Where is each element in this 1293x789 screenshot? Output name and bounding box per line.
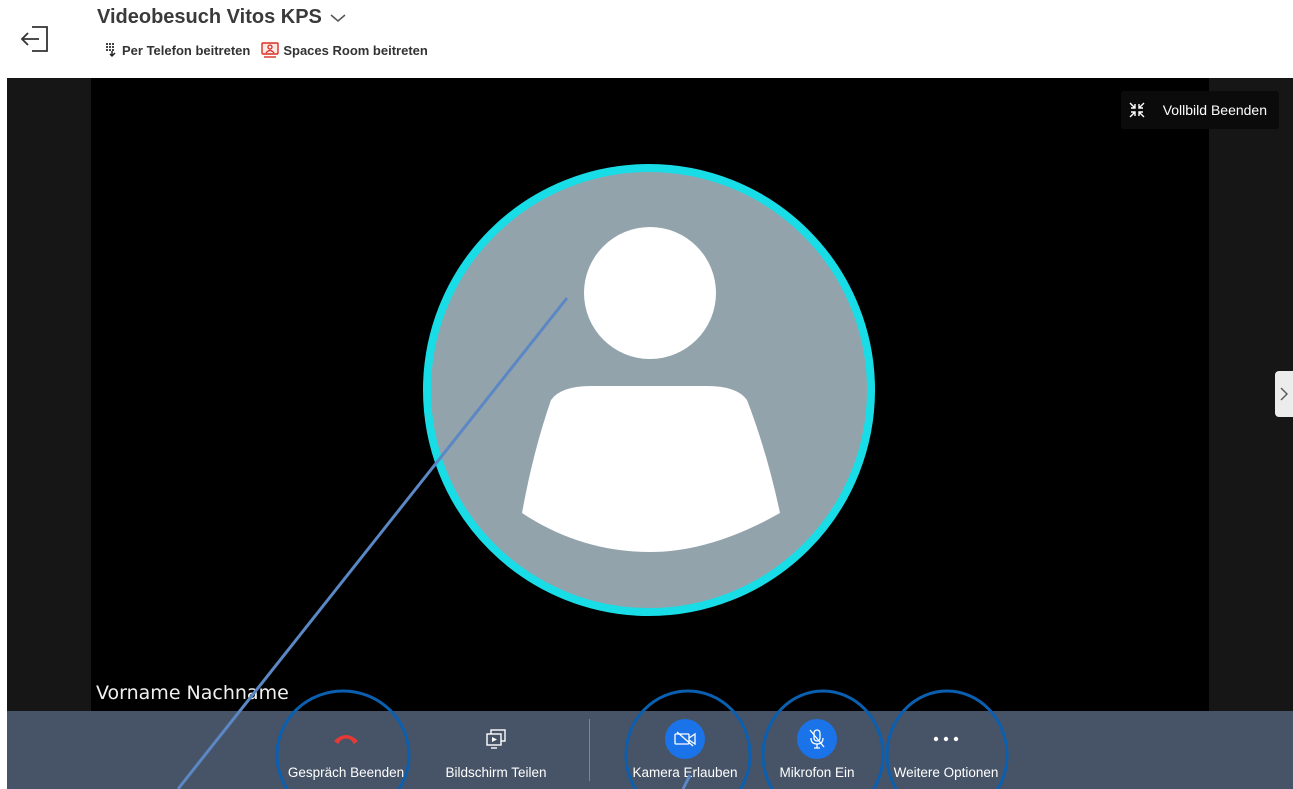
- join-spaces-room-link[interactable]: Spaces Room beitreten: [260, 42, 428, 58]
- chevron-down-icon: [330, 13, 346, 22]
- page-title: Videobesuch Vitos KPS: [97, 6, 322, 28]
- open-side-panel-button[interactable]: [1275, 371, 1293, 417]
- room-device-icon: [261, 42, 280, 58]
- main-video-tile: [91, 78, 1209, 711]
- camera-off-icon: [674, 731, 696, 747]
- collapse-icon: [1129, 102, 1145, 118]
- person-silhouette-icon: [522, 227, 780, 552]
- video-stage: Vorname Nachname Vollbild Beenden: [7, 78, 1293, 711]
- microphone-on-label: Mikrofon Ein: [779, 765, 855, 780]
- share-screen-button[interactable]: Bildschirm Teilen: [432, 711, 560, 789]
- exit-fullscreen-button[interactable]: Vollbild Beenden: [1120, 91, 1279, 129]
- more-dots-icon: [933, 736, 959, 742]
- exit-icon: [20, 26, 48, 52]
- toolbar-divider: [589, 719, 590, 781]
- participant-name: Vorname Nachname: [96, 682, 289, 704]
- microphone-off-icon: [809, 729, 825, 749]
- chevron-right-icon: [1280, 387, 1288, 401]
- share-screen-icon: [486, 729, 506, 749]
- space-title-dropdown[interactable]: Videobesuch Vitos KPS: [97, 6, 346, 29]
- exit-fullscreen-label: Vollbild Beenden: [1162, 102, 1267, 118]
- share-screen-label: Bildschirm Teilen: [445, 765, 547, 780]
- join-spaces-room-label: Spaces Room beitreten: [283, 42, 428, 58]
- join-by-phone-label: Per Telefon beitreten: [122, 42, 251, 58]
- microphone-on-button[interactable]: Mikrofon Ein: [765, 711, 869, 789]
- end-call-button[interactable]: Gespräch Beenden: [277, 711, 415, 789]
- dialpad-icon: [106, 43, 116, 58]
- hang-up-icon: [334, 735, 358, 744]
- join-options: Per Telefon beitreten Spaces Room beitre…: [103, 42, 438, 58]
- end-call-label: Gespräch Beenden: [287, 765, 405, 780]
- participant-avatar: [423, 164, 875, 616]
- allow-camera-label: Kamera Erlauben: [632, 765, 738, 780]
- leave-space-button[interactable]: [18, 22, 52, 56]
- meeting-header: Videobesuch Vitos KPS Per Telefon beitre…: [0, 0, 1293, 78]
- more-options-label: Weitere Optionen: [893, 765, 999, 780]
- call-controls-toolbar: Gespräch Beenden Bildschirm Teilen Kamer…: [7, 711, 1293, 789]
- allow-camera-button[interactable]: Kamera Erlauben: [625, 711, 745, 789]
- more-options-button[interactable]: Weitere Optionen: [886, 711, 1006, 789]
- join-by-phone-link[interactable]: Per Telefon beitreten: [103, 42, 250, 58]
